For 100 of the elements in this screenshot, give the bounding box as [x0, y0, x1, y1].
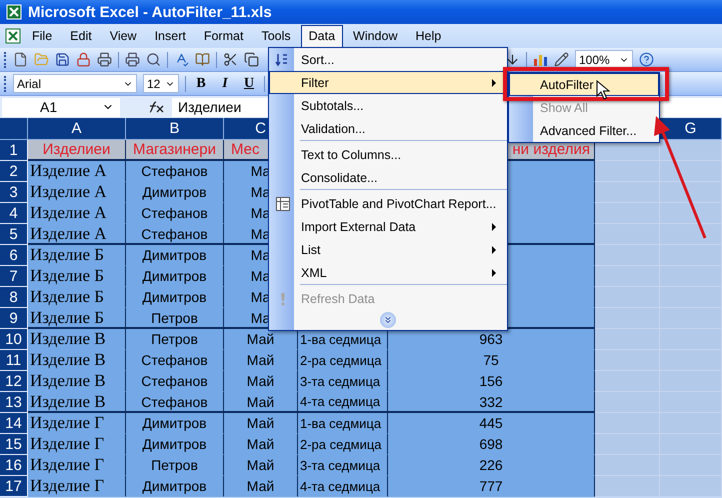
table-cell: Изделие Б	[28, 287, 126, 308]
menu-item[interactable]: AutoFilter	[509, 73, 659, 96]
spelling-icon[interactable]	[174, 52, 189, 67]
save-icon[interactable]	[55, 52, 70, 67]
table-cell	[595, 308, 660, 329]
table-cell: Изделие В	[28, 350, 126, 371]
style-button[interactable]: U	[240, 76, 258, 92]
row-header[interactable]: 11	[0, 350, 28, 371]
menu-item[interactable]: Insert	[146, 25, 194, 48]
chart-icon[interactable]	[533, 52, 548, 67]
print-icon[interactable]	[125, 52, 140, 67]
row-header[interactable]: 12	[0, 371, 28, 392]
table-cell: Май	[224, 350, 298, 371]
row-header[interactable]: 6	[0, 245, 28, 266]
column-title: Магазинери	[126, 140, 224, 161]
menu-item[interactable]: Window	[345, 25, 406, 48]
table-cell: Стефанов	[126, 161, 224, 182]
table-cell: Изделие А	[28, 182, 126, 203]
menu-item[interactable]: File	[24, 25, 60, 48]
table-cell: Стефанов	[126, 392, 224, 413]
table-cell	[660, 224, 722, 245]
row-header[interactable]: 2	[0, 161, 28, 182]
table-cell	[595, 203, 660, 224]
style-button[interactable]: I	[216, 76, 234, 92]
document-icon[interactable]	[4, 27, 22, 45]
name-box[interactable]: A1	[2, 98, 120, 116]
table-cell: Май	[224, 455, 298, 476]
table-cell: 3-та седмица	[298, 371, 388, 392]
help-icon[interactable]	[639, 52, 654, 67]
row-header[interactable]: 4	[0, 203, 28, 224]
table-cell: 2-ра седмица	[298, 350, 388, 371]
cut-icon[interactable]	[223, 52, 238, 67]
table-cell: Петров	[126, 308, 224, 329]
table-cell: Димитров	[126, 245, 224, 266]
table-cell: Изделие Б	[28, 245, 126, 266]
table-cell: Изделие Г	[28, 455, 126, 476]
row-header[interactable]: 17	[0, 476, 28, 497]
new-document-icon[interactable]	[13, 52, 28, 67]
table-cell: 332	[388, 392, 595, 413]
table-cell: Изделие А	[28, 161, 126, 182]
row-header[interactable]: 1	[0, 140, 28, 161]
select-all-corner[interactable]	[0, 118, 28, 140]
table-cell: Изделие В	[28, 371, 126, 392]
column-header[interactable]: G	[660, 118, 722, 140]
menu-item[interactable]: Format	[196, 25, 252, 48]
row-header[interactable]: 14	[0, 413, 28, 434]
expand-menu-button[interactable]	[380, 312, 396, 328]
font-size-field[interactable]: 12	[143, 74, 179, 93]
print-preview-icon[interactable]	[146, 52, 161, 67]
table-cell	[660, 140, 722, 161]
menu-item[interactable]: Data	[300, 25, 344, 48]
style-button[interactable]: B	[192, 76, 210, 92]
copy-icon[interactable]	[244, 52, 259, 67]
table-cell	[660, 161, 722, 182]
table-cell	[660, 203, 722, 224]
permission-icon[interactable]	[76, 52, 91, 67]
menu-item[interactable]: Edit	[62, 25, 100, 48]
print-icon[interactable]	[97, 52, 112, 67]
font-field[interactable]: Arial	[13, 74, 137, 93]
row-header[interactable]: 8	[0, 287, 28, 308]
table-cell	[595, 245, 660, 266]
table-cell: Май	[224, 371, 298, 392]
table-cell: Димитров	[126, 182, 224, 203]
table-cell: Стефанов	[126, 224, 224, 245]
sort-descending-icon[interactable]	[505, 52, 520, 67]
table-cell: Петров	[126, 329, 224, 350]
row-header[interactable]: 3	[0, 182, 28, 203]
row-header[interactable]: 10	[0, 329, 28, 350]
row-header[interactable]: 7	[0, 266, 28, 287]
row-header[interactable]: 15	[0, 434, 28, 455]
menu-item[interactable]: Tools	[253, 25, 299, 48]
mouse-cursor-icon	[596, 80, 610, 100]
menu-item[interactable]: Help	[408, 25, 450, 48]
table-cell	[595, 266, 660, 287]
menu-item[interactable]: View	[102, 25, 145, 48]
table-cell	[595, 371, 660, 392]
row-header[interactable]: 16	[0, 455, 28, 476]
excel-logo-icon	[6, 4, 22, 20]
submenu-arrow-icon	[492, 78, 496, 86]
research-icon[interactable]	[195, 52, 210, 67]
table-cell: 963	[388, 329, 595, 350]
table-cell	[595, 434, 660, 455]
row-header[interactable]: 13	[0, 392, 28, 413]
pivot-table-icon	[275, 196, 291, 212]
table-cell	[595, 287, 660, 308]
drawing-icon[interactable]	[554, 52, 569, 67]
column-header[interactable]: B	[126, 118, 224, 140]
table-cell: Изделие Б	[28, 266, 126, 287]
table-cell: 2-ра седмица	[298, 434, 388, 455]
table-cell: Изделие Г	[28, 434, 126, 455]
table-cell: Димитров	[126, 266, 224, 287]
column-header[interactable]: A	[28, 118, 126, 140]
table-cell	[595, 329, 660, 350]
menu-item[interactable]: Subtotals...	[269, 94, 507, 117]
menu-item[interactable]: Advanced Filter...	[509, 119, 659, 142]
column-title: Изделиеи	[28, 140, 126, 161]
row-header[interactable]: 5	[0, 224, 28, 245]
row-header[interactable]: 9	[0, 308, 28, 329]
menu-item[interactable]: Sort...	[269, 48, 507, 71]
table-cell: Стефанов	[126, 203, 224, 224]
